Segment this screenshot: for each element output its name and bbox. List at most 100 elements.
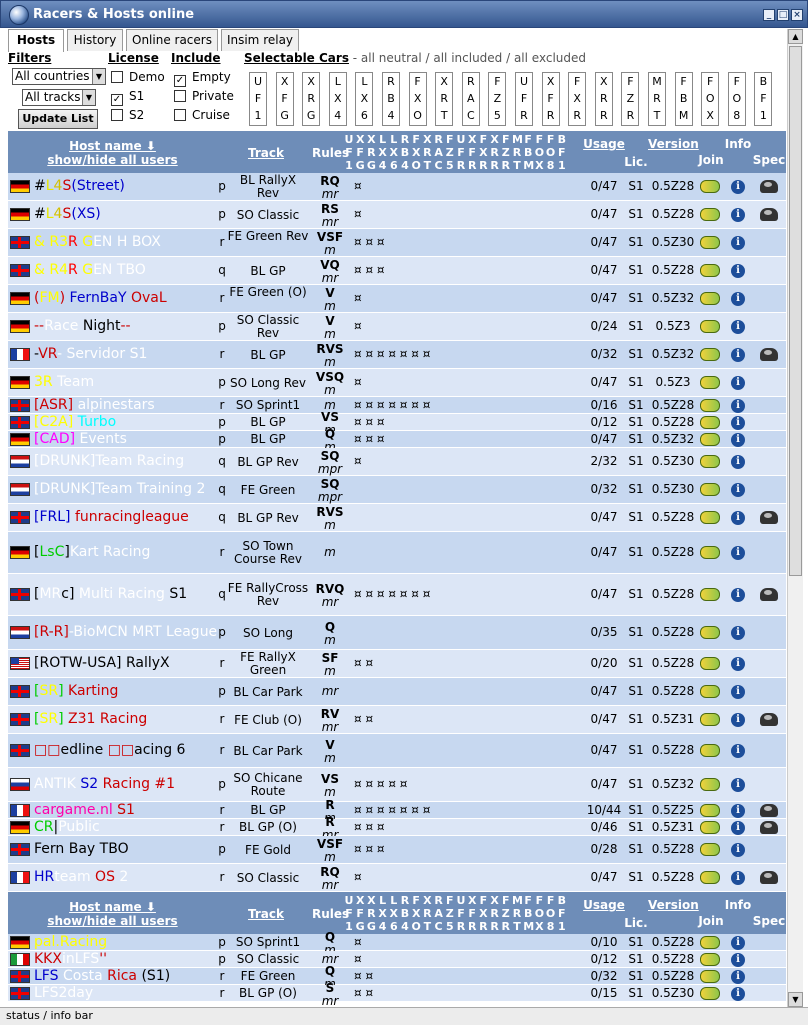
car-toggle-fxo[interactable]: FXO bbox=[408, 72, 427, 126]
car-toggle-mrt[interactable]: MRT bbox=[648, 72, 666, 126]
sort-host-name-link[interactable]: Host name ⬇ bbox=[69, 900, 156, 914]
join-icon[interactable] bbox=[700, 432, 720, 446]
country-select[interactable]: All countries ▼ bbox=[12, 68, 106, 85]
join-icon[interactable] bbox=[700, 626, 720, 639]
host-name[interactable]: [C2A] Turbo bbox=[34, 414, 116, 430]
host-name[interactable]: (FM) FernBaY OvaL bbox=[34, 290, 167, 306]
join-icon[interactable] bbox=[700, 952, 720, 966]
info-icon[interactable]: i bbox=[731, 546, 745, 560]
host-name[interactable]: 3R Team bbox=[34, 374, 94, 390]
tab-hosts[interactable]: Hosts bbox=[8, 29, 64, 52]
join-icon[interactable] bbox=[700, 415, 720, 429]
include-private[interactable]: Private bbox=[174, 89, 234, 105]
info-icon[interactable]: i bbox=[731, 320, 745, 334]
spectate-icon[interactable] bbox=[760, 803, 778, 817]
car-toggle-fo8[interactable]: FO8 bbox=[727, 72, 746, 126]
info-icon[interactable]: i bbox=[731, 713, 745, 727]
car-toggle-fox[interactable]: FOX bbox=[701, 72, 720, 126]
host-name[interactable]: & R4R GEN TBO bbox=[34, 262, 146, 278]
join-icon[interactable] bbox=[700, 236, 720, 249]
sort-track-link[interactable]: Track bbox=[248, 146, 284, 160]
host-name[interactable]: #L4S(Street) bbox=[34, 178, 125, 194]
info-icon[interactable]: i bbox=[731, 778, 745, 792]
join-icon[interactable] bbox=[700, 180, 720, 193]
checkbox[interactable] bbox=[174, 109, 186, 121]
info-icon[interactable]: i bbox=[731, 871, 745, 885]
join-icon[interactable] bbox=[700, 208, 720, 221]
car-toggle-xrt[interactable]: XRT bbox=[435, 72, 454, 126]
checkbox[interactable] bbox=[174, 90, 186, 102]
host-name[interactable]: CR|Public bbox=[34, 819, 100, 835]
join-icon[interactable] bbox=[700, 986, 720, 1000]
car-toggle-rac[interactable]: RAC bbox=[461, 72, 480, 126]
host-name[interactable]: [CAD] Events bbox=[34, 431, 127, 447]
selectable-cars-note[interactable]: - all neutral / all included / all exclu… bbox=[349, 51, 586, 65]
join-icon[interactable] bbox=[700, 657, 720, 670]
host-name[interactable]: LFS Costa Rica (S1) bbox=[34, 968, 170, 984]
info-icon[interactable]: i bbox=[731, 986, 745, 1001]
info-icon[interactable]: i bbox=[731, 483, 745, 497]
update-list-button[interactable]: Update List bbox=[18, 109, 98, 129]
info-icon[interactable]: i bbox=[731, 935, 745, 950]
tab-online-racers[interactable]: Online racers bbox=[126, 29, 218, 51]
spectate-icon[interactable] bbox=[760, 180, 778, 193]
join-icon[interactable] bbox=[700, 320, 720, 333]
info-icon[interactable]: i bbox=[731, 511, 745, 525]
info-icon[interactable]: i bbox=[731, 432, 745, 447]
info-icon[interactable]: i bbox=[731, 376, 745, 390]
maximize-icon[interactable]: □ bbox=[777, 9, 789, 21]
info-icon[interactable]: i bbox=[731, 803, 745, 818]
host-name[interactable]: KKXinLFS'' bbox=[34, 951, 107, 967]
host-name[interactable]: [DRUNK]Team Training 2 bbox=[34, 481, 205, 497]
info-icon[interactable]: i bbox=[731, 264, 745, 278]
sort-version-link[interactable]: Version bbox=[648, 898, 699, 912]
info-icon[interactable]: i bbox=[731, 455, 745, 469]
include-empty[interactable]: ✓ Empty bbox=[174, 70, 231, 87]
info-icon[interactable]: i bbox=[731, 348, 745, 362]
scroll-up-icon[interactable]: ▲ bbox=[788, 29, 803, 44]
join-icon[interactable] bbox=[700, 744, 720, 757]
car-toggle-xrr[interactable]: XRR bbox=[594, 72, 613, 126]
info-icon[interactable]: i bbox=[731, 843, 745, 857]
host-name[interactable]: #L4S(XS) bbox=[34, 206, 101, 222]
host-name[interactable]: --Race Night-- bbox=[34, 318, 131, 334]
sort-version-link[interactable]: Version bbox=[648, 137, 699, 151]
scroll-down-icon[interactable]: ▼ bbox=[788, 992, 803, 1007]
car-toggle-ufr[interactable]: UFR bbox=[515, 72, 533, 126]
host-name[interactable]: [MRc] Multi Racing S1 bbox=[34, 586, 187, 602]
car-toggle-lx6[interactable]: LX6 bbox=[355, 72, 374, 126]
info-icon[interactable]: i bbox=[731, 820, 745, 835]
tab-history[interactable]: History bbox=[67, 29, 123, 51]
join-icon[interactable] bbox=[700, 511, 720, 524]
join-icon[interactable] bbox=[700, 588, 720, 601]
info-icon[interactable]: i bbox=[731, 744, 745, 758]
tab-insim-relay[interactable]: Insim relay bbox=[221, 29, 299, 51]
checkbox-checked[interactable]: ✓ bbox=[174, 75, 186, 87]
spectate-icon[interactable] bbox=[760, 348, 778, 361]
spectate-icon[interactable] bbox=[760, 588, 778, 601]
host-name[interactable]: -VR- Servidor S1 bbox=[34, 346, 147, 362]
info-icon[interactable]: i bbox=[731, 588, 745, 602]
spectate-icon[interactable] bbox=[760, 820, 778, 834]
sort-usage-link[interactable]: Usage bbox=[583, 137, 625, 151]
host-name[interactable]: [SR] Karting bbox=[34, 683, 118, 699]
car-toggle-xrg[interactable]: XRG bbox=[302, 72, 321, 126]
host-name[interactable]: pal.Racing bbox=[34, 934, 107, 950]
car-toggle-fbm[interactable]: FBM bbox=[674, 72, 693, 126]
host-name[interactable]: LFS2day bbox=[34, 985, 93, 1001]
car-toggle-fzr[interactable]: FZR bbox=[621, 72, 640, 126]
info-icon[interactable]: i bbox=[731, 292, 745, 306]
info-icon[interactable]: i bbox=[731, 236, 745, 250]
join-icon[interactable] bbox=[700, 376, 720, 389]
car-toggle-lx4[interactable]: LX4 bbox=[328, 72, 347, 126]
spectate-icon[interactable] bbox=[760, 511, 778, 524]
car-toggle-uf1[interactable]: UF1 bbox=[249, 72, 267, 126]
minimize-icon[interactable]: _ bbox=[763, 9, 775, 21]
license-demo[interactable]: Demo bbox=[111, 70, 165, 86]
close-icon[interactable]: × bbox=[791, 9, 803, 21]
join-icon[interactable] bbox=[700, 871, 720, 884]
host-name[interactable]: [SR] Z31 Racing bbox=[34, 711, 147, 727]
license-s2[interactable]: S2 bbox=[111, 108, 144, 124]
join-icon[interactable] bbox=[700, 546, 720, 559]
join-icon[interactable] bbox=[700, 820, 720, 834]
